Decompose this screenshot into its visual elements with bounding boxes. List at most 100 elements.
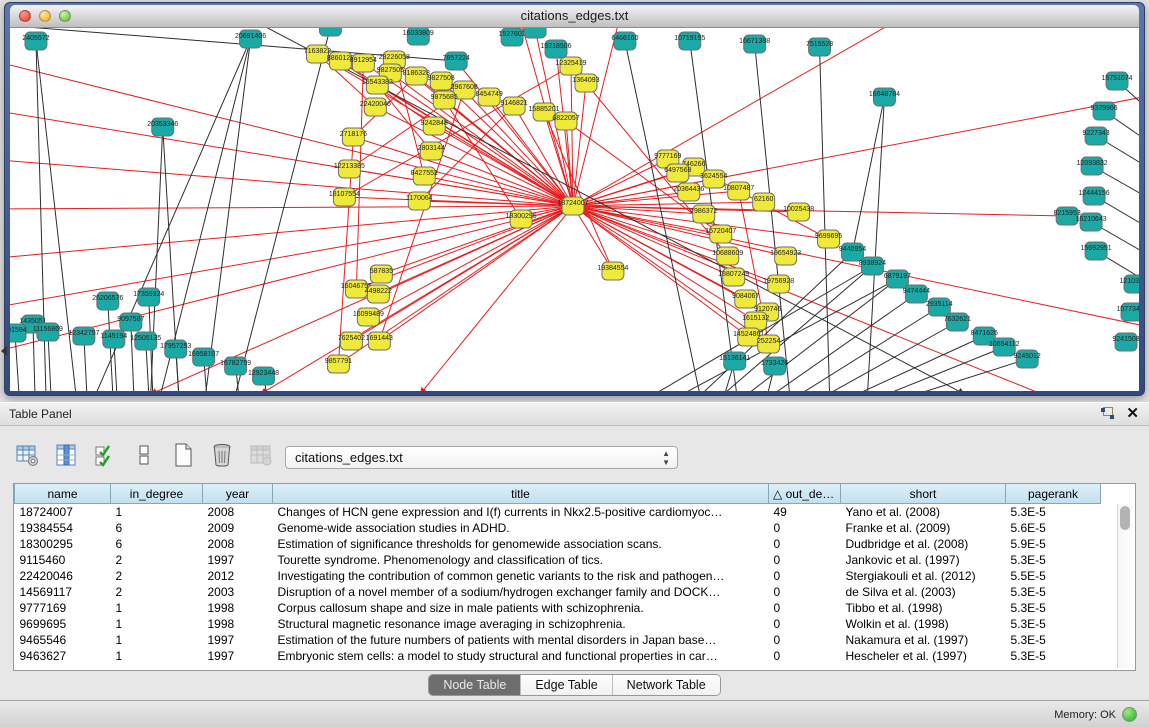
table-row[interactable]: 946362711997Embryonic stem cells: a mode…	[15, 648, 1101, 664]
cell-out_degree[interactable]: 0	[769, 648, 841, 664]
cell-in_degree[interactable]: 1	[111, 600, 203, 616]
cell-short[interactable]: Dudbridge et al. (2008)	[841, 536, 1006, 552]
network-node[interactable]: 20353346	[147, 118, 178, 136]
cell-pagerank[interactable]: 5.3E-5	[1006, 632, 1101, 648]
network-node[interactable]: 15720407	[705, 225, 736, 243]
cell-title[interactable]: Structural magnetic resonance image aver…	[273, 616, 769, 632]
column-header-year[interactable]: year	[203, 484, 273, 504]
network-node[interactable]: 6879197	[884, 270, 911, 288]
network-node[interactable]: 10773448	[1116, 303, 1139, 321]
cell-in_degree[interactable]: 1	[111, 616, 203, 632]
cell-short[interactable]: Franke et al. (2009)	[841, 520, 1006, 536]
network-node[interactable]: 17359924	[133, 288, 164, 306]
network-node[interactable]: 2405572	[22, 32, 49, 50]
cell-in_degree[interactable]: 2	[111, 552, 203, 568]
cell-year[interactable]: 2003	[203, 584, 273, 600]
cell-title[interactable]: Estimation of significance thresholds fo…	[273, 536, 769, 552]
cell-name[interactable]: 9115460	[15, 552, 111, 568]
network-node[interactable]: 19654923	[770, 247, 801, 265]
network-node[interactable]: 9227343	[1082, 127, 1109, 145]
cell-out_degree[interactable]: 0	[769, 568, 841, 584]
network-node[interactable]: 9329966	[1090, 102, 1117, 120]
network-node[interactable]: 19756928	[763, 275, 794, 293]
cell-short[interactable]: Tibbo et al. (1998)	[841, 600, 1006, 616]
network-node[interactable]: 12444156	[1079, 187, 1110, 205]
column-header-title[interactable]: title	[273, 484, 769, 504]
network-node[interactable]: 10807487	[723, 182, 754, 200]
table-row[interactable]: 977716911998Corpus callosum shape and si…	[15, 600, 1101, 616]
network-node[interactable]: 8427552	[411, 167, 438, 185]
column-header-pagerank[interactable]: pagerank	[1006, 484, 1101, 504]
cell-title[interactable]: Embryonic stem cells: a model to study s…	[273, 648, 769, 664]
cell-title[interactable]: Genome-wide association studies in ADHD.	[273, 520, 769, 536]
network-node[interactable]: 15136141	[719, 352, 750, 370]
cell-title[interactable]: Estimation of the future numbers of pati…	[273, 632, 769, 648]
network-node[interactable]: 16782759	[220, 357, 251, 375]
network-node[interactable]: 22420046	[360, 98, 391, 116]
cell-year[interactable]: 2008	[203, 536, 273, 552]
table-row[interactable]: 1938455462009Genome-wide association stu…	[15, 520, 1101, 536]
cell-title[interactable]: Corpus callosum shape and size in male p…	[273, 600, 769, 616]
column-header-in_degree[interactable]: in_degree	[111, 484, 203, 504]
network-node[interactable]: 6466160	[611, 32, 638, 50]
cell-title[interactable]: Changes of HCN gene expression and I(f) …	[273, 504, 769, 521]
cell-year[interactable]: 2012	[203, 568, 273, 584]
cell-name[interactable]: 9465546	[15, 632, 111, 648]
network-node[interactable]: 7857224	[443, 52, 470, 70]
cell-pagerank[interactable]: 5.6E-5	[1006, 520, 1101, 536]
cell-year[interactable]: 1998	[203, 616, 273, 632]
network-node[interactable]: 26206576	[92, 292, 123, 310]
cell-year[interactable]: 2008	[203, 504, 273, 521]
network-node[interactable]: 4498222	[365, 285, 392, 303]
table-row[interactable]: 1456911722003Disruption of a novel membe…	[15, 584, 1101, 600]
cell-name[interactable]: 18300295	[15, 536, 111, 552]
new-document-icon[interactable]	[170, 442, 196, 468]
cell-year[interactable]: 2009	[203, 520, 273, 536]
network-node[interactable]: 1364093	[572, 74, 599, 92]
cell-out_degree[interactable]: 0	[769, 536, 841, 552]
scrollbar-thumb[interactable]	[1120, 506, 1130, 530]
network-node[interactable]: 1733426	[761, 357, 788, 375]
column-chooser-icon[interactable]	[53, 442, 79, 468]
close-panel-icon[interactable]: ✕	[1126, 406, 1139, 421]
cell-pagerank[interactable]: 5.3E-5	[1006, 648, 1101, 664]
network-node[interactable]: 19218506	[541, 40, 572, 58]
cell-name[interactable]: 9699695	[15, 616, 111, 632]
cell-short[interactable]: Yano et al. (2008)	[841, 504, 1006, 521]
cell-in_degree[interactable]: 1	[111, 504, 203, 521]
memory-status-indicator[interactable]	[1122, 707, 1137, 722]
network-node[interactable]: 8912954	[350, 54, 377, 72]
network-node[interactable]: 1145194	[100, 330, 127, 348]
network-node[interactable]: 7515528	[806, 38, 833, 56]
cell-pagerank[interactable]: 5.5E-5	[1006, 568, 1101, 584]
cell-year[interactable]: 1998	[203, 600, 273, 616]
cell-short[interactable]: Stergiakouli et al. (2012)	[841, 568, 1006, 584]
cell-out_degree[interactable]: 0	[769, 616, 841, 632]
cell-pagerank[interactable]: 5.3E-5	[1006, 504, 1101, 521]
network-node[interactable]: 8938924	[859, 257, 886, 275]
cell-pagerank[interactable]: 5.3E-5	[1006, 552, 1101, 568]
network-node[interactable]: 6822057	[552, 112, 579, 130]
table-row[interactable]: 1872400712008Changes of HCN gene express…	[15, 504, 1101, 521]
network-node[interactable]: 10719155	[674, 32, 705, 50]
cell-name[interactable]: 18724007	[15, 504, 111, 521]
network-node[interactable]: 12923448	[248, 367, 279, 385]
delete-icon[interactable]	[209, 442, 235, 468]
network-node[interactable]: 9241508	[1112, 333, 1139, 351]
column-header-name[interactable]: name	[15, 484, 111, 504]
table-select-dropdown[interactable]: citations_edges.txt ▲▼	[285, 446, 678, 469]
network-node[interactable]: 9097587	[117, 313, 144, 331]
network-node[interactable]: 10653287	[315, 28, 346, 36]
row-height-icon[interactable]	[131, 442, 157, 468]
network-node[interactable]: 16099489	[353, 308, 384, 326]
cell-in_degree[interactable]: 1	[111, 632, 203, 648]
cell-short[interactable]: Wolkin et al. (1998)	[841, 616, 1006, 632]
network-node[interactable]: 9245012	[1014, 350, 1041, 368]
cell-out_degree[interactable]: 0	[769, 632, 841, 648]
network-node[interactable]: 12325419	[555, 57, 586, 75]
network-node[interactable]: 1615132	[742, 312, 769, 330]
cell-in_degree[interactable]: 1	[111, 648, 203, 664]
table-settings-icon[interactable]	[14, 442, 40, 468]
network-node[interactable]: 1170064	[406, 192, 433, 210]
network-canvas[interactable]: 1872400771638228860128891295428226058982…	[10, 28, 1139, 391]
